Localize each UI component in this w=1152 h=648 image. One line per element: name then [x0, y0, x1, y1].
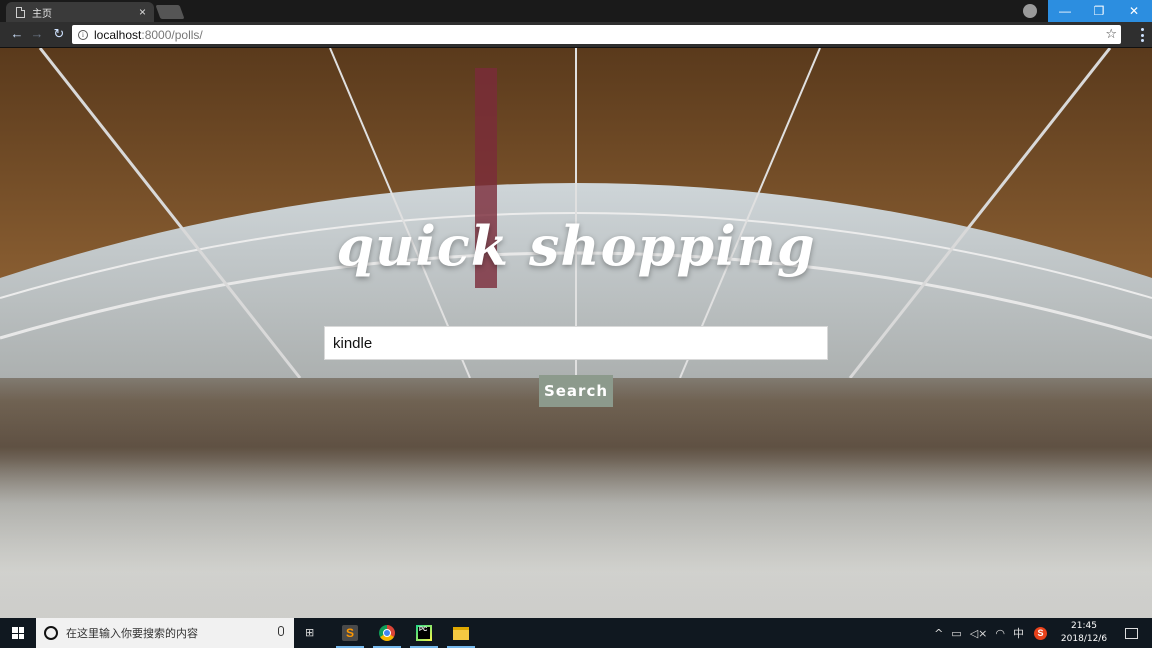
window-controls: — ❐ ✕: [1048, 0, 1152, 22]
explorer-icon: [453, 626, 469, 640]
menu-icon[interactable]: [1141, 28, 1144, 42]
taskbar-search-placeholder: 在这里输入你要搜索的内容: [66, 627, 198, 640]
wifi-icon[interactable]: ◠: [995, 627, 1005, 640]
chrome-icon: [379, 625, 395, 641]
sublime-icon: S: [342, 625, 358, 641]
url-path: :8000/polls/: [141, 27, 203, 42]
notification-icon[interactable]: [1125, 627, 1138, 639]
taskbar-app-chrome[interactable]: [371, 618, 403, 648]
windows-icon: [12, 627, 24, 639]
back-icon[interactable]: ←: [8, 26, 26, 41]
reload-icon[interactable]: ↻: [50, 26, 68, 42]
taskbar-app-pycharm[interactable]: PC: [408, 618, 440, 648]
browser-titlebar: 主页 × — ❐ ✕: [0, 0, 1152, 22]
doc-icon: [16, 6, 25, 18]
floor-area: [0, 458, 1152, 618]
maximize-button[interactable]: ❐: [1082, 0, 1116, 22]
close-window-button[interactable]: ✕: [1116, 0, 1152, 22]
taskview-icon[interactable]: ⊞: [305, 626, 319, 639]
profile-icon[interactable]: [1023, 4, 1037, 18]
clock-time: 21:45: [1071, 621, 1097, 631]
ime-indicator[interactable]: 中: [1013, 625, 1024, 641]
address-bar[interactable]: i localhost:8000/polls/ ☆: [72, 25, 1121, 44]
system-tray: ^ ▭ ◁× ◠ 中 S 21:45 2018/12/6: [930, 618, 1152, 648]
forward-icon[interactable]: →: [28, 26, 46, 41]
minimize-button[interactable]: —: [1048, 0, 1082, 22]
taskbar-app-explorer[interactable]: [445, 618, 477, 648]
pycharm-icon: PC: [416, 625, 432, 641]
page-viewport: quick shopping Search: [0, 48, 1152, 618]
windows-taskbar: 在这里输入你要搜索的内容 ⊞ S PC ^ ▭ ◁× ◠ 中 S 21:45 2…: [0, 618, 1152, 648]
taskbar-app-sublime[interactable]: S: [334, 618, 366, 648]
search-input[interactable]: [324, 326, 828, 360]
page-title: quick shopping: [336, 214, 816, 278]
mic-icon[interactable]: [278, 626, 284, 636]
bookmark-star-icon[interactable]: ☆: [1105, 26, 1117, 42]
clock-date: 2018/12/6: [1060, 634, 1108, 644]
info-icon[interactable]: i: [78, 29, 88, 40]
battery-icon[interactable]: ▭: [951, 627, 961, 640]
browser-toolbar: ← → ↻ i localhost:8000/polls/ ☆: [0, 22, 1152, 48]
tab-title: 主页: [32, 8, 52, 20]
volume-muted-icon[interactable]: ◁×: [970, 627, 988, 640]
sogou-icon[interactable]: S: [1034, 626, 1047, 640]
cortana-icon: [44, 626, 58, 640]
browser-tab[interactable]: 主页 ×: [6, 2, 154, 22]
tray-chevron-icon[interactable]: ^: [934, 627, 943, 640]
start-button[interactable]: [0, 618, 36, 648]
search-button[interactable]: Search: [539, 375, 613, 407]
url-host: localhost: [94, 27, 142, 42]
new-tab-button[interactable]: [155, 5, 185, 19]
clock[interactable]: 21:45 2018/12/6: [1053, 620, 1115, 646]
tab-close-icon[interactable]: ×: [139, 5, 146, 19]
taskbar-search-box[interactable]: 在这里输入你要搜索的内容: [36, 618, 294, 648]
